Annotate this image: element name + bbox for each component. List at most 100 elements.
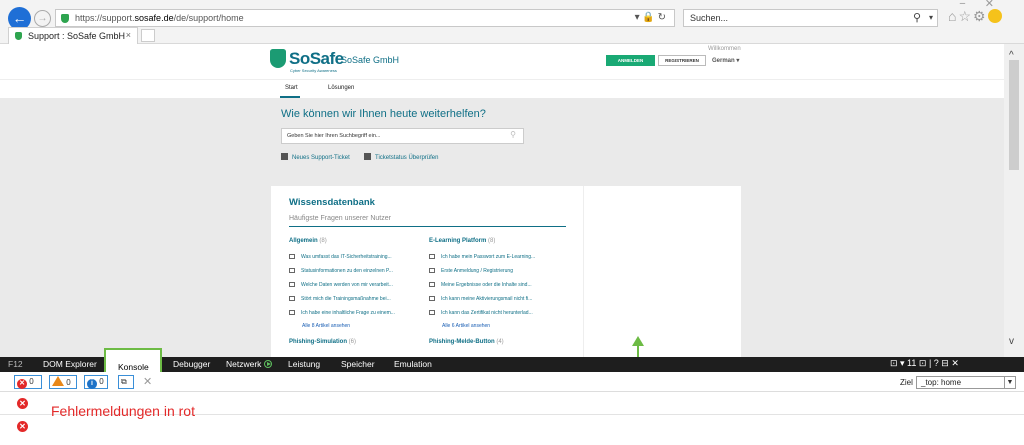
clear-on-nav-toggle[interactable]: ⧉ (118, 375, 134, 389)
error-icon: ✕ (17, 421, 28, 432)
favicon-icon (15, 32, 22, 40)
article-icon (289, 310, 295, 315)
browser-search-box[interactable]: Suchen... ⚲ ▾ (683, 9, 938, 27)
article-link[interactable]: Stört mich die Trainingsmaßnahme bei... (289, 296, 391, 302)
article-link[interactable]: Erste Anmeldung / Registrierung (429, 268, 513, 274)
toolbar-icons: ⌂☆⚙ (948, 8, 1002, 25)
search-icon[interactable]: ⚲ (510, 130, 516, 139)
company-name: SoSafe GmbH (341, 55, 400, 65)
logo-tagline: Cyber Security Awareness (290, 68, 337, 73)
error-icon: ✕ (17, 379, 27, 389)
info-icon: i (87, 379, 97, 389)
category-elearning[interactable]: E-Learning Platform (8) (429, 238, 495, 244)
tab-debugger[interactable]: Debugger (173, 359, 210, 369)
article-icon (429, 282, 435, 287)
article-link[interactable]: Ich habe mein Passwort zum E-Learning... (429, 254, 535, 260)
address-bar[interactable]: https://support.sosafe.de/de/support/hom… (55, 9, 675, 27)
search-icon[interactable]: ⚲ (913, 11, 921, 24)
error-icon: ✕ (17, 398, 28, 409)
kb-search-placeholder: Geben Sie hier Ihren Suchbegriff ein... (287, 133, 381, 139)
tab-dom-explorer[interactable]: DOM Explorer (43, 359, 97, 369)
logo-shield-icon (270, 49, 286, 68)
article-link[interactable]: Ich habe eine inhaltliche Frage zu einem… (289, 310, 395, 316)
register-button[interactable]: REGISTRIEREN (658, 55, 706, 66)
article-icon (289, 268, 295, 273)
browser-chrome: − ✕ ← → https://support.sosafe.de/de/sup… (0, 0, 1024, 44)
kb-subtitle: Häufigste Fragen unserer Nutzer (289, 215, 391, 222)
category-phishing-sim[interactable]: Phishing-Simulation (6) (289, 339, 356, 345)
article-link[interactable]: Meine Ergebnisse oder die Inhalte sind..… (429, 282, 532, 288)
article-icon (429, 268, 435, 273)
refresh-lock-icon[interactable]: ▾ 🔒 ↻ (635, 12, 666, 23)
home-icon[interactable]: ⌂ (948, 8, 958, 24)
logo[interactable]: SoSafe (289, 49, 344, 69)
smiley-icon[interactable] (987, 9, 1002, 23)
page-scrollbar[interactable]: ^ v (1004, 44, 1024, 357)
article-icon (289, 254, 295, 259)
error-annotation: Fehlermeldungen in rot (51, 403, 195, 419)
new-tab-button[interactable] (141, 29, 155, 42)
article-link[interactable]: Welche Daten werden von mir verarbeit... (289, 282, 393, 288)
clear-console-icon[interactable]: ✕ (143, 375, 152, 388)
site-nav: Start Lösungen (0, 79, 1004, 98)
devtools-window-tools[interactable]: ⊡ ▾ 11 ⊡ | ? ⊟ ✕ (890, 358, 959, 369)
star-icon[interactable]: ☆ (958, 8, 973, 24)
target-label: Ziel (900, 378, 913, 387)
scrollbar-thumb[interactable] (1009, 60, 1019, 170)
gear-icon[interactable]: ⚙ (973, 8, 988, 24)
kb-divider (289, 226, 566, 227)
new-ticket-link[interactable]: Neues Support-Ticket (281, 153, 350, 161)
plus-icon (281, 153, 288, 160)
errors-filter[interactable]: ✕ 0 (14, 375, 42, 389)
chevron-down-icon[interactable]: ▼ (1004, 377, 1015, 388)
target-select[interactable]: _top: home ▼ (916, 376, 1016, 389)
info-filter[interactable]: i 0 (84, 375, 108, 389)
ticket-status-link[interactable]: Ticketstatus Überprüfen (364, 153, 438, 161)
article-icon (429, 296, 435, 301)
warnings-filter[interactable]: 0 (49, 375, 77, 389)
tab-emulation[interactable]: Emulation (394, 359, 432, 369)
tab-title: Support : SoSafe GmbH (28, 31, 126, 41)
login-button[interactable]: ANMELDEN (606, 55, 655, 66)
console-message: ✕ (0, 416, 1024, 438)
search-placeholder: Suchen... (690, 13, 729, 23)
article-link[interactable]: Ich kann meine Aktivierungsmail nicht fi… (429, 296, 532, 302)
article-link[interactable]: Ich kann das Zertifikat nicht herunterla… (429, 310, 533, 316)
ticket-icon (364, 153, 371, 160)
forward-button[interactable]: → (34, 10, 51, 27)
clear-nav-icon: ⧉ (121, 377, 127, 386)
nav-solutions[interactable]: Lösungen (328, 85, 354, 91)
knowledge-base-card: Wissensdatenbank Häufigste Fragen unsere… (271, 186, 741, 357)
category-phishing-button[interactable]: Phishing-Melde-Button (4) (429, 339, 504, 345)
kb-title: Wissensdatenbank (289, 197, 375, 208)
article-link[interactable]: Statusinformationen zu den einzelnen P..… (289, 268, 393, 274)
page-viewport: SoSafe Cyber Security Awareness SoSafe G… (0, 44, 1024, 357)
browser-tab[interactable]: Support : SoSafe GmbH × (8, 27, 138, 44)
url-text: https://support.sosafe.de/de/support/hom… (75, 13, 244, 23)
target-value: _top: home (921, 378, 962, 387)
tab-storage[interactable]: Speicher (341, 359, 375, 369)
record-icon (263, 360, 272, 368)
language-select[interactable]: German ▾ (712, 57, 739, 64)
secure-shield-icon (61, 14, 69, 23)
warning-icon (52, 376, 64, 386)
article-icon (429, 254, 435, 259)
f12-label: F12 (8, 359, 23, 369)
nav-active-indicator (280, 96, 300, 98)
console-toolbar: ✕ 0 0 i 0 ⧉ ✕ Ziel _top: home ▼ (0, 372, 1024, 392)
tab-performance[interactable]: Leistung (288, 359, 320, 369)
close-icon[interactable]: × (126, 30, 131, 40)
tab-network[interactable]: Netzwerk (226, 359, 272, 369)
kb-search-input[interactable]: Geben Sie hier Ihren Suchbegriff ein... … (281, 128, 524, 144)
site-header: SoSafe Cyber Security Awareness SoSafe G… (0, 44, 1004, 79)
chevron-down-icon[interactable]: v (1009, 336, 1014, 347)
nav-start[interactable]: Start (285, 85, 298, 91)
chevron-down-icon[interactable]: ▾ (929, 13, 933, 22)
welcome-text: Willkommen (708, 46, 741, 52)
hero-title: Wie können wir Ihnen heute weiterhelfen? (281, 108, 486, 120)
view-all-elearning[interactable]: Alle 6 Artikel ansehen (442, 323, 490, 329)
article-link[interactable]: Was umfasst das IT-Sicherheitstraining..… (289, 254, 392, 260)
card-divider (583, 186, 584, 357)
category-general[interactable]: Allgemein (8) (289, 238, 327, 244)
view-all-general[interactable]: Alle 8 Artikel ansehen (302, 323, 350, 329)
